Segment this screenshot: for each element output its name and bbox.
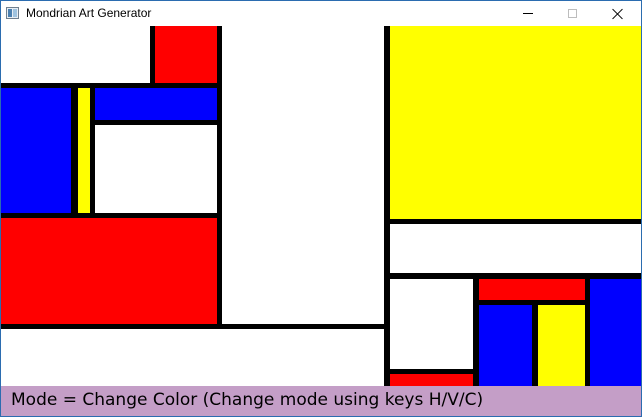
canvas-cell[interactable] [479,279,585,300]
canvas-cell[interactable] [1,329,384,386]
minimize-button[interactable] [505,1,550,26]
mode-status-text: Mode = Change Color (Change mode using k… [11,390,484,410]
canvas-cell[interactable] [479,305,532,386]
minimize-icon [522,13,533,14]
canvas-cell[interactable] [1,26,150,83]
mondrian-canvas[interactable]: Mode = Change Color (Change mode using k… [1,26,641,416]
canvas-cell[interactable] [390,279,473,369]
canvas-cell[interactable] [1,88,71,213]
canvas-cell[interactable] [78,88,90,213]
canvas-cell[interactable] [95,88,217,120]
canvas-cell[interactable] [95,125,217,213]
window-title: Mondrian Art Generator [26,6,152,20]
app-window: Mondrian Art Generator Mode = Change Col… [0,0,642,417]
title-bar[interactable]: Mondrian Art Generator [1,1,641,26]
maximize-icon [568,9,577,18]
status-bar: Mode = Change Color (Change mode using k… [1,386,641,416]
close-button[interactable] [595,1,640,26]
canvas-cell[interactable] [590,279,641,386]
canvas-cell[interactable] [155,26,217,83]
app-icon[interactable] [6,7,19,19]
canvas-cell[interactable] [1,218,217,324]
canvas-cell[interactable] [390,224,641,273]
maximize-button[interactable] [550,1,595,26]
close-icon [612,8,624,20]
canvas-cell[interactable] [390,26,641,219]
canvas-cell[interactable] [222,26,384,324]
canvas-cell[interactable] [538,305,585,386]
canvas-cell[interactable] [390,374,473,386]
